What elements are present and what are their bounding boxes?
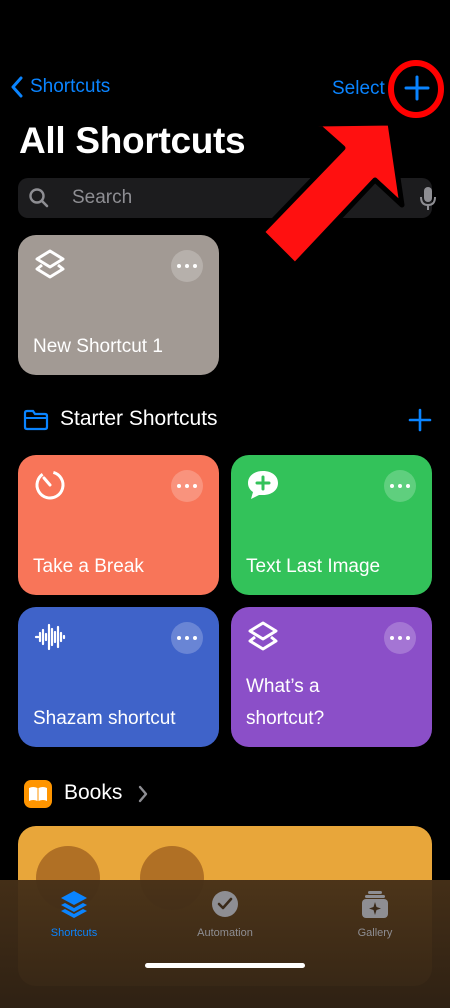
add-starter-plus-icon[interactable] (408, 408, 432, 432)
more-options-button[interactable] (384, 622, 416, 654)
navigation-bar: Shortcuts Select (0, 70, 450, 110)
waveform-icon (34, 623, 66, 651)
clock-check-icon (212, 891, 238, 917)
tab-label: Shortcuts (50, 927, 98, 939)
search-placeholder: Search (72, 187, 133, 208)
layers-icon (248, 621, 278, 651)
starter-shortcuts-header: Starter Shortcuts (22, 404, 432, 438)
shortcut-card-take-a-break[interactable]: Take a Break (18, 455, 219, 595)
tab-label: Gallery (357, 927, 393, 939)
home-indicator (145, 963, 305, 968)
shortcut-label-line2: shortcut? (246, 708, 325, 729)
chevron-right-icon (138, 785, 148, 803)
select-button[interactable]: Select (332, 78, 385, 100)
add-shortcut-plus-icon[interactable] (401, 72, 433, 104)
books-section-header[interactable]: Books (24, 778, 224, 812)
shortcut-card-new-shortcut-1[interactable]: New Shortcut 1 (18, 235, 219, 375)
back-label: Shortcuts (30, 76, 111, 97)
shortcut-label: Take a Break (33, 556, 144, 577)
back-button[interactable]: Shortcuts (10, 76, 110, 98)
section-title: Starter Shortcuts (60, 407, 218, 430)
shortcut-card-whats-a-shortcut[interactable]: What’s a shortcut? (231, 607, 432, 747)
tab-gallery[interactable]: Gallery (315, 888, 435, 948)
books-app-icon (24, 780, 52, 808)
shortcut-label: Text Last Image (246, 556, 381, 577)
layers-icon (61, 891, 87, 918)
shortcut-card-shazam-shortcut[interactable]: Shazam shortcut (18, 607, 219, 747)
shortcut-label-line1: What’s a (246, 676, 320, 697)
books-title: Books (64, 781, 123, 804)
search-icon (29, 188, 49, 208)
more-options-button[interactable] (171, 470, 203, 502)
gallery-icon (362, 891, 388, 918)
tab-automation[interactable]: Automation (165, 888, 285, 948)
shortcut-label: New Shortcut 1 (33, 336, 163, 357)
timer-icon (35, 470, 65, 500)
search-field[interactable]: Search (18, 178, 436, 218)
chevron-left-icon (11, 76, 23, 98)
status-bar (0, 0, 450, 44)
shortcut-card-text-last-image[interactable]: Text Last Image (231, 455, 432, 595)
message-plus-icon (248, 471, 278, 499)
folder-icon (23, 409, 49, 431)
more-options-button[interactable] (384, 470, 416, 502)
more-options-button[interactable] (171, 622, 203, 654)
microphone-icon[interactable] (419, 186, 437, 212)
tab-shortcuts[interactable]: Shortcuts (14, 888, 134, 948)
tab-bar: Shortcuts Automation Gallery (0, 880, 450, 1008)
more-options-button[interactable] (171, 250, 203, 282)
layers-icon (35, 249, 65, 279)
shortcut-label: Shazam shortcut (33, 708, 176, 729)
tab-label: Automation (197, 927, 253, 939)
page-title: All Shortcuts (19, 120, 246, 161)
